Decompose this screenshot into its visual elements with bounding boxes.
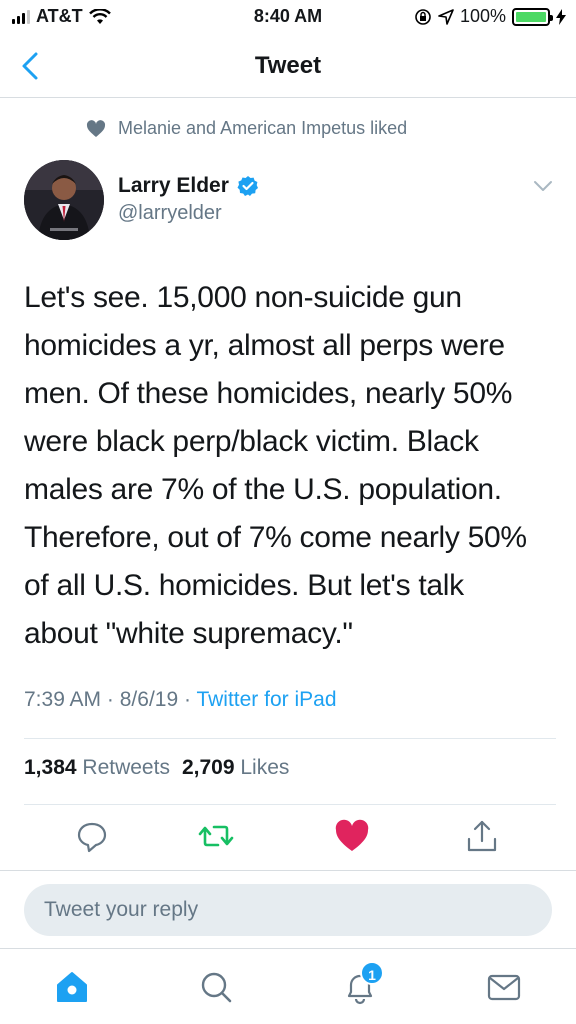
author-name[interactable]: Larry Elder [118, 174, 259, 198]
tab-notifications[interactable]: 1 [340, 961, 384, 1007]
tab-messages[interactable] [484, 967, 524, 1007]
battery-icon [512, 7, 553, 26]
tweet-time: 7:39 AM [24, 688, 102, 711]
battery-percent: 100% [459, 6, 506, 26]
social-context[interactable]: Melanie and American Impetus liked [86, 118, 407, 139]
notifications-badge: 1 [360, 961, 384, 985]
tweet-date: 8/6/19 [119, 688, 179, 711]
heart-icon [86, 119, 106, 137]
divider [24, 738, 556, 739]
page-title: Tweet [254, 52, 322, 79]
mail-icon [487, 974, 521, 1001]
likes-stat[interactable]: 2,709 Likes [182, 756, 289, 780]
author-name-label: Larry Elder [118, 174, 229, 197]
reply-input[interactable]: Tweet your reply [24, 884, 552, 936]
retweet-icon [198, 825, 234, 847]
tab-home[interactable] [52, 967, 92, 1007]
likes-count: 2,709 [181, 756, 235, 779]
tab-bar: 1 [0, 948, 576, 1024]
tweet-options-button[interactable] [532, 178, 554, 194]
retweets-count: 1,384 [24, 756, 77, 779]
share-icon [467, 820, 497, 852]
meta-separator: · [106, 688, 114, 711]
heart-filled-icon [335, 819, 369, 851]
divider [0, 870, 576, 871]
divider [24, 804, 556, 805]
retweet-button[interactable] [196, 816, 236, 856]
meta-separator-2: · [183, 688, 191, 711]
tweet-meta: 7:39 AM · 8/6/19 · Twitter for iPad [24, 688, 337, 712]
home-icon [57, 972, 87, 1002]
status-right: 100% [414, 6, 566, 27]
retweets-stat[interactable]: 1,384 Retweets [24, 756, 170, 780]
social-context-text: Melanie and American Impetus liked [118, 118, 408, 138]
likes-label: Likes [240, 756, 290, 779]
charging-icon [556, 8, 566, 25]
share-button[interactable] [462, 816, 502, 856]
tweet-text: Let's see. 15,000 non-suicide gun homici… [24, 281, 527, 650]
status-bar: AT&T 8:40 AM 100% [0, 0, 576, 34]
reply-icon [77, 822, 107, 853]
avatar[interactable] [24, 160, 104, 240]
verified-badge-icon [237, 176, 258, 196]
chevron-down-icon [534, 181, 552, 191]
location-icon [438, 8, 454, 25]
tweet-source-link[interactable]: Twitter for iPad [196, 688, 336, 711]
retweets-label: Retweets [82, 756, 170, 779]
like-button[interactable] [332, 816, 372, 856]
orientation-lock-icon [415, 8, 431, 25]
avatar-image [24, 160, 104, 240]
nav-bar: Tweet [0, 34, 576, 98]
author-handle[interactable]: @larryelder [118, 202, 222, 225]
tab-search[interactable] [196, 967, 236, 1007]
tweet-stats: 1,384 Retweets 2,709 Likes [24, 756, 289, 780]
reply-button[interactable] [72, 816, 112, 856]
tweet-actions [0, 816, 576, 862]
search-icon [201, 972, 232, 1003]
